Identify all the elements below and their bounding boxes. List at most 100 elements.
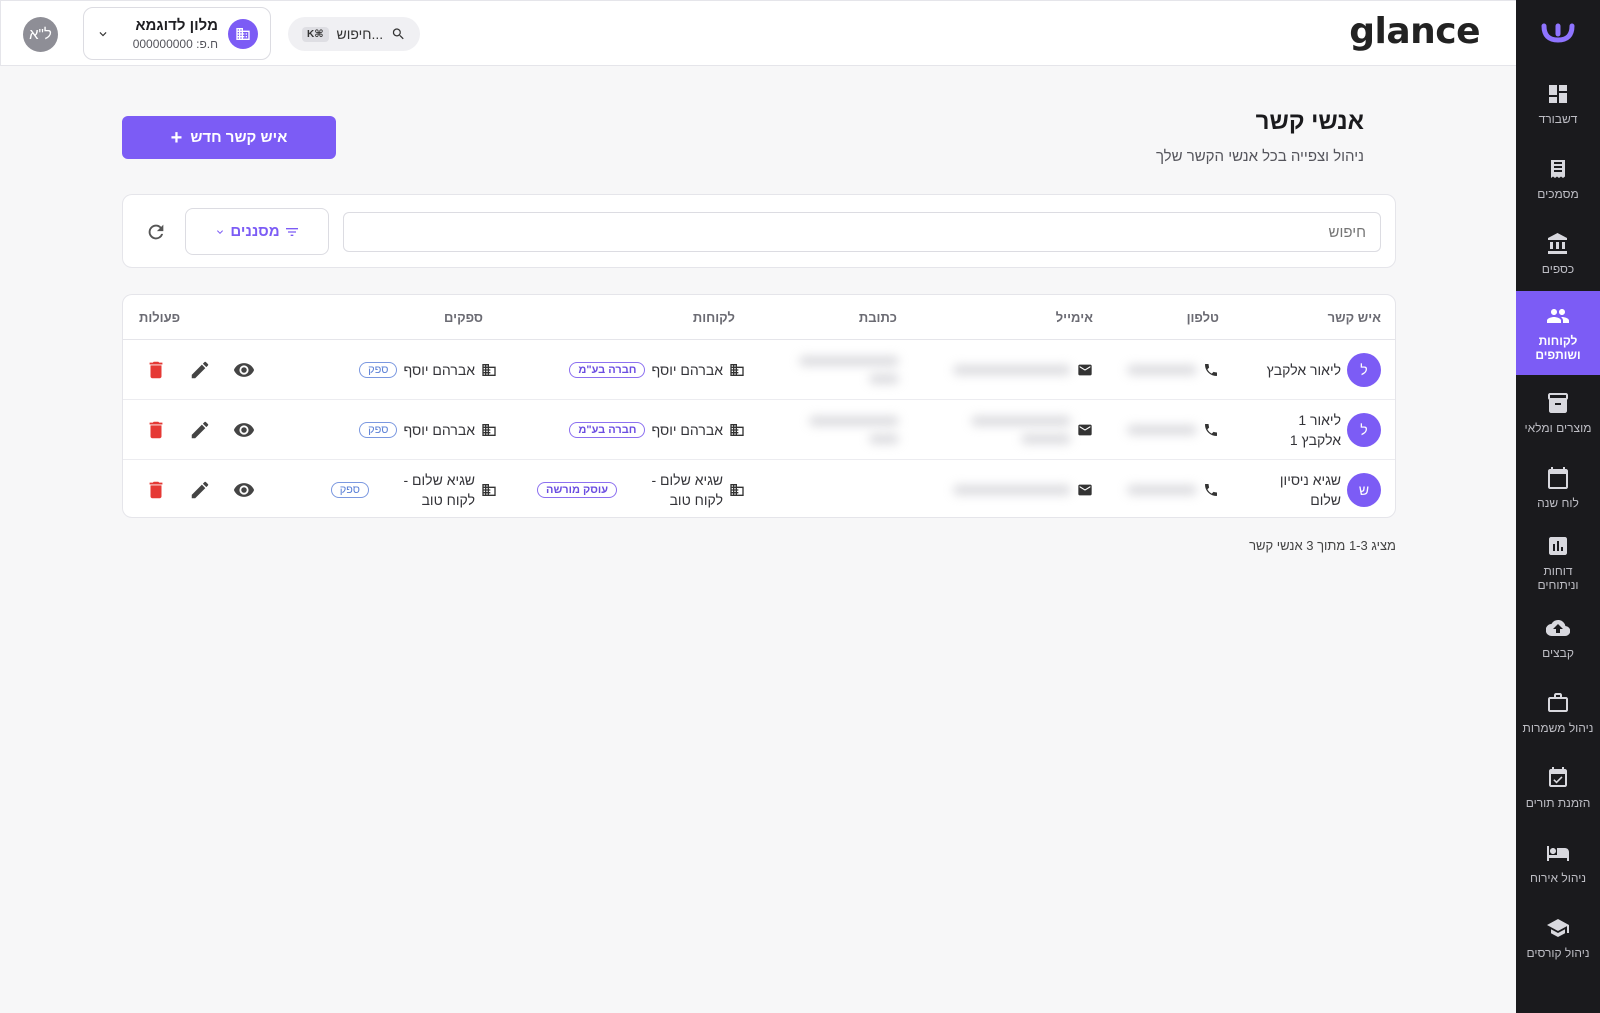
table-row[interactable]: ליאור 1 אלקבץ 1 ל חברה בע"מ אברהם יוסף ס… (123, 400, 1395, 460)
client-name[interactable]: אברהם יוסף (651, 362, 723, 378)
client-name[interactable]: שגיא שלום - לקוח טוב (623, 470, 724, 510)
column-actions: פעולות (139, 310, 181, 325)
dashboard-icon (1549, 84, 1567, 103)
calendar-icon (1548, 466, 1568, 489)
column-address: כתובת (858, 310, 897, 325)
delete-button[interactable] (143, 417, 169, 443)
contacts-search-input[interactable] (343, 212, 1381, 252)
filter-bar: מסננים (122, 194, 1396, 268)
keyboard-shortcut-badge: K⌘ (302, 26, 329, 42)
edit-button[interactable] (187, 357, 213, 383)
supplier-badge: ספק (359, 362, 398, 378)
edit-button[interactable] (187, 477, 213, 503)
filters-button[interactable]: מסננים (185, 208, 329, 255)
edit-button[interactable] (187, 417, 213, 443)
sidebar-item-label: ניהול משמרות (1522, 720, 1594, 735)
client-type-badge: חברה בע"מ (569, 422, 646, 438)
sidebar-item-shifts[interactable]: ניהול משמרות (1516, 675, 1600, 750)
contact-avatar: ל (1347, 353, 1381, 387)
eye-icon (233, 483, 255, 497)
building-icon (228, 18, 258, 49)
new-contact-button[interactable]: + איש קשר חדש (122, 116, 336, 159)
supplier-badge: ספק (330, 482, 369, 498)
view-button[interactable] (231, 417, 257, 443)
trash-icon (149, 361, 163, 379)
address-value-redacted (869, 434, 899, 444)
sidebar: דשבורד מסמכים כספים לקוחות ושותפים מוצרי… (1516, 0, 1600, 1013)
filter-icon (285, 227, 298, 236)
sidebar-item-label: קבצים (1542, 645, 1574, 660)
top-bar: glance חיפוש... K⌘ מלון לדוגמא ח.פ: 0000… (0, 0, 1516, 66)
delete-button[interactable] (143, 357, 169, 383)
phone-icon (1205, 364, 1217, 376)
trash-icon (149, 421, 163, 439)
sidebar-item-label: לוח שנה (1537, 495, 1579, 510)
delete-button[interactable] (143, 477, 169, 503)
sidebar-item-label: הזמנת תורים (1525, 795, 1591, 810)
sidebar-item-products[interactable]: מוצרים ומלאי (1516, 375, 1600, 450)
address-value-redacted (869, 374, 899, 384)
email-value-redacted (1021, 434, 1071, 444)
sidebar-item-files[interactable]: קבצים (1516, 600, 1600, 675)
mail-icon (1078, 364, 1092, 376)
filters-label: מסננים (230, 223, 280, 240)
sidebar-item-label: ניהול קורסים (1526, 945, 1590, 960)
column-phone: טלפון (1186, 310, 1219, 325)
sidebar-item-hosting[interactable]: ניהול אירוח (1516, 825, 1600, 900)
chart-icon (1549, 536, 1567, 555)
organization-name: מלון לדוגמא (135, 16, 218, 34)
sidebar-item-documents[interactable]: מסמכים (1516, 141, 1600, 216)
pencil-icon (191, 361, 209, 379)
table-header: איש קשר טלפון אימייל כתובת לקוחות ספקים … (123, 295, 1395, 340)
bed-icon (1547, 845, 1569, 861)
view-button[interactable] (231, 477, 257, 503)
plus-icon: + (170, 126, 183, 149)
eye-icon (233, 423, 255, 437)
building-icon (730, 424, 744, 436)
app-logo-icon[interactable] (1516, 0, 1600, 66)
building-icon (730, 364, 744, 376)
sidebar-item-label: דוחות וניתוחים (1537, 563, 1579, 592)
calendar-check-icon (1549, 766, 1567, 787)
people-icon (1547, 309, 1569, 323)
contact-avatar: ל (1347, 413, 1381, 447)
contact-name: ליאור אלקבץ (1266, 362, 1341, 378)
supplier-name[interactable]: אברהם יוסף (403, 422, 475, 438)
contact-name: שגיא ניסיון שלום (1279, 472, 1341, 508)
school-icon (1547, 918, 1569, 937)
address-value-redacted (799, 356, 899, 366)
supplier-name[interactable]: שגיא שלום - לקוח טוב (375, 470, 476, 510)
table-row[interactable]: ליאור אלקבץ ל חברה בע"מ אברהם יוסף ספק א… (123, 340, 1395, 400)
user-avatar[interactable]: ל"א (23, 17, 58, 52)
refresh-button[interactable] (143, 219, 169, 245)
supplier-name[interactable]: אברהם יוסף (403, 362, 475, 378)
sidebar-item-courses[interactable]: ניהול קורסים (1516, 900, 1600, 975)
phone-icon (1205, 424, 1217, 436)
sidebar-item-calendar[interactable]: לוח שנה (1516, 450, 1600, 525)
client-type-badge: חברה בע"מ (569, 362, 646, 378)
column-clients: לקוחות (692, 310, 735, 325)
sidebar-item-appointments[interactable]: הזמנת תורים (1516, 750, 1600, 825)
global-search-button[interactable]: חיפוש... K⌘ (288, 17, 420, 51)
brand-logo: glance (1349, 11, 1480, 52)
sidebar-item-label: מוצרים ומלאי (1524, 420, 1592, 435)
mail-icon (1078, 424, 1092, 436)
sidebar-item-dashboard[interactable]: דשבורד (1516, 66, 1600, 141)
sidebar-item-finance[interactable]: כספים (1516, 216, 1600, 291)
client-name[interactable]: אברהם יוסף (651, 422, 723, 438)
sidebar-item-label: מסמכים (1537, 186, 1579, 201)
email-value-redacted (953, 365, 1071, 375)
address-value-redacted (809, 416, 899, 426)
organization-switcher[interactable]: מלון לדוגמא ח.פ: 000000000 (83, 7, 271, 60)
sidebar-item-clients-partners[interactable]: לקוחות ושותפים (1516, 291, 1600, 375)
building-icon (482, 364, 496, 376)
building-icon (730, 484, 744, 496)
pencil-icon (191, 481, 209, 499)
sidebar-item-reports[interactable]: דוחות וניתוחים (1516, 525, 1600, 600)
page-subtitle: ניהול וצפייה בכל אנשי הקשר שלך (1155, 148, 1364, 165)
table-row[interactable]: שגיא ניסיון שלום ש עוסק מורשה שגיא שלום … (123, 460, 1395, 517)
contact-name: ליאור 1 אלקבץ 1 (1289, 412, 1341, 448)
view-button[interactable] (231, 357, 257, 383)
chevron-down-icon (99, 31, 107, 36)
briefcase-icon (1548, 692, 1568, 712)
